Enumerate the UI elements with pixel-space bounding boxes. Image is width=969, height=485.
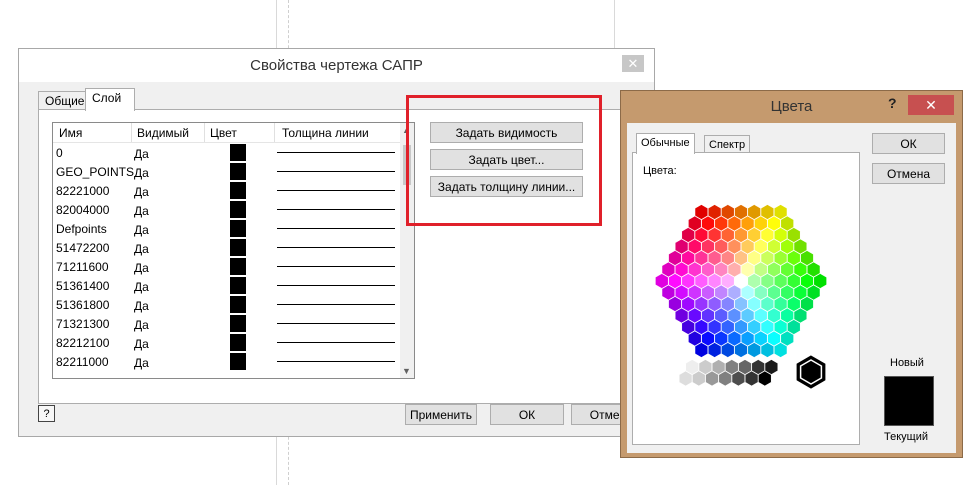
layer-color-swatch: [230, 239, 246, 256]
tab-layer[interactable]: Слой: [85, 88, 135, 111]
layer-row[interactable]: 0 Да: [53, 143, 400, 162]
layer-row[interactable]: 71211600 Да: [53, 257, 400, 276]
cancel-button[interactable]: Отмена: [872, 163, 945, 184]
column-header-line-weight[interactable]: Толщина линии: [282, 126, 369, 140]
layer-row[interactable]: 82221000 Да: [53, 181, 400, 200]
color-picker-dialog: Цвета ? ✕ Обычные Спектр Цвета: ОК Отмен…: [620, 90, 963, 458]
layer-list-header: Имя Видимый Цвет Толщина линии: [53, 123, 400, 143]
dialog-title: Свойства чертежа САПР: [19, 49, 654, 82]
layer-row[interactable]: 82212100 Да: [53, 333, 400, 352]
layer-name: 82004000: [56, 203, 110, 217]
layer-line-weight: [277, 342, 395, 343]
layer-line-weight: [277, 171, 395, 172]
layer-color-swatch: [230, 144, 246, 161]
layer-color-swatch: [230, 296, 246, 313]
layer-visible: Да: [134, 337, 149, 351]
layer-visible: Да: [134, 223, 149, 237]
layer-visible: Да: [134, 318, 149, 332]
ok-button[interactable]: ОК: [872, 133, 945, 154]
layer-row[interactable]: 51361400 Да: [53, 276, 400, 295]
layer-color-swatch: [230, 315, 246, 332]
layer-name: 71321300: [56, 317, 110, 331]
layer-visible: Да: [134, 280, 149, 294]
close-icon[interactable]: ✕: [622, 55, 644, 72]
new-color-label: Новый: [890, 357, 924, 369]
layer-color-swatch: [230, 182, 246, 199]
layer-visible: Да: [134, 147, 149, 161]
layer-name: 82212100: [56, 336, 110, 350]
layer-name: GEO_POINTS: [56, 165, 135, 179]
help-icon[interactable]: ?: [38, 405, 55, 422]
color-honeycomb[interactable]: [633, 153, 859, 444]
layer-visible: Да: [134, 356, 149, 370]
layer-row[interactable]: 71321300 Да: [53, 314, 400, 333]
layer-name: 51361800: [56, 298, 110, 312]
layer-line-weight: [277, 228, 395, 229]
color-dialog-client: Обычные Спектр Цвета: ОК Отмена Новый Те…: [627, 123, 956, 453]
standard-colors-panel: Цвета:: [632, 152, 860, 445]
layer-row[interactable]: Defpoints Да: [53, 219, 400, 238]
layer-row[interactable]: GEO_POINTS Да: [53, 162, 400, 181]
layer-visible: Да: [134, 261, 149, 275]
selected-color-inner: [799, 359, 823, 385]
layer-line-weight: [277, 209, 395, 210]
ok-button[interactable]: ОК: [490, 404, 564, 425]
layer-visible: Да: [134, 204, 149, 218]
layer-line-weight: [277, 304, 395, 305]
apply-button[interactable]: Применить: [405, 404, 477, 425]
tab-general[interactable]: Общие: [38, 91, 92, 111]
layer-line-weight: [277, 361, 395, 362]
layer-name: 51361400: [56, 279, 110, 293]
tab-standard[interactable]: Обычные: [636, 133, 695, 154]
layer-name: 82211000: [56, 355, 109, 369]
scroll-down-icon[interactable]: ▼: [402, 366, 411, 376]
layer-color-swatch: [230, 277, 246, 294]
layer-row[interactable]: 82004000 Да: [53, 200, 400, 219]
layer-name: 51472200: [56, 241, 110, 255]
layer-visible: Да: [134, 299, 149, 313]
current-color-label: Текущий: [884, 431, 928, 443]
column-header-visible[interactable]: Видимый: [137, 126, 189, 140]
new-current-color-swatch: [884, 376, 934, 426]
annotation-highlight-box: [406, 95, 602, 226]
layer-line-weight: [277, 247, 395, 248]
layer-visible: Да: [134, 185, 149, 199]
layer-color-swatch: [230, 353, 246, 370]
help-icon[interactable]: ?: [888, 95, 897, 111]
layer-color-swatch: [230, 334, 246, 351]
column-header-color[interactable]: Цвет: [210, 126, 237, 140]
layer-list[interactable]: Имя Видимый Цвет Толщина линии 0 Да GEO_P…: [52, 122, 415, 379]
layer-color-swatch: [230, 163, 246, 180]
layer-line-weight: [277, 152, 395, 153]
layer-name: Defpoints: [56, 222, 107, 236]
layer-line-weight: [277, 323, 395, 324]
close-icon[interactable]: ✕: [908, 95, 954, 115]
layer-row[interactable]: 51361800 Да: [53, 295, 400, 314]
layer-line-weight: [277, 190, 395, 191]
layer-row[interactable]: 51472200 Да: [53, 238, 400, 257]
layer-color-swatch: [230, 258, 246, 275]
layer-line-weight: [277, 285, 395, 286]
column-header-name[interactable]: Имя: [59, 126, 82, 140]
layer-name: 0: [56, 146, 63, 160]
layer-name: 82221000: [56, 184, 110, 198]
layer-row[interactable]: 82211000 Да: [53, 352, 400, 371]
layer-line-weight: [277, 266, 395, 267]
layer-visible: Да: [134, 166, 149, 180]
layer-name: 71211600: [56, 260, 109, 274]
layer-color-swatch: [230, 201, 246, 218]
layer-visible: Да: [134, 242, 149, 256]
layer-color-swatch: [230, 220, 246, 237]
